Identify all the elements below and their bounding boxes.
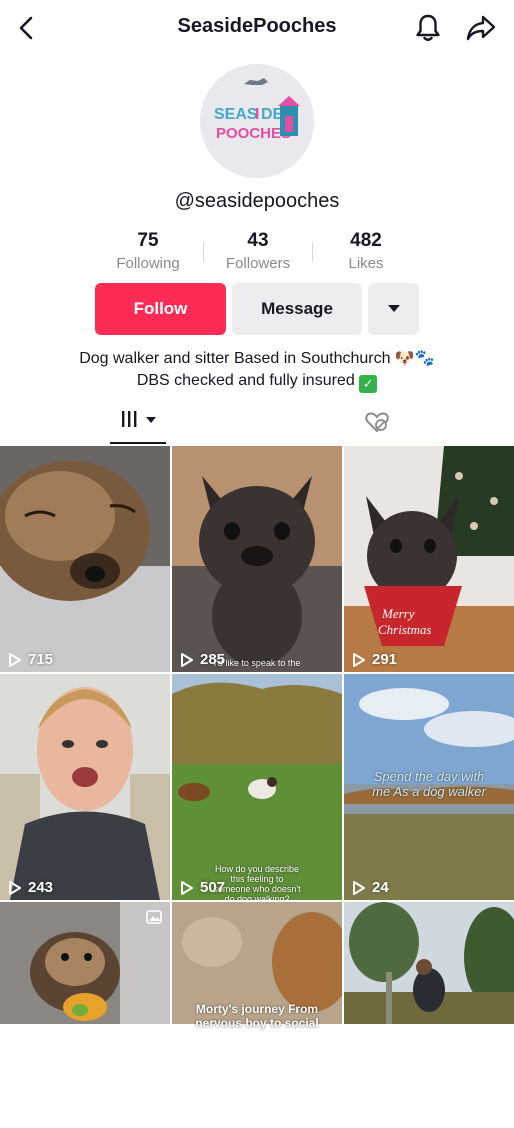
likes-count: 482 (350, 230, 382, 251)
active-tab-indicator (110, 442, 166, 444)
video-thumbnail[interactable]: 243 (0, 674, 170, 900)
caret-down-icon (387, 305, 400, 312)
grid-bars-icon (122, 411, 156, 427)
check-mark-icon: ✓ (359, 375, 378, 393)
video-thumbnail[interactable]: How do you describe this feeling to some… (172, 674, 342, 900)
photo-icon (146, 910, 162, 924)
svg-text:POOCHES: POOCHES (216, 125, 291, 142)
profile-bio: Dog walker and sitter Based in Southchur… (0, 348, 514, 393)
video-thumbnail[interactable]: I'd like to speak to the 285 (172, 446, 342, 672)
play-outline-icon (9, 880, 21, 895)
dog-with-toy-image (0, 902, 170, 1024)
likes-label: Likes (348, 255, 384, 272)
dog-lying-image (0, 446, 170, 672)
view-count: 507 (180, 879, 225, 896)
stat-followers[interactable]: 43 Followers (204, 230, 312, 272)
avatar[interactable]: SEAS I DE POOCHES (200, 64, 314, 178)
top-bar: SeasidePooches (0, 0, 514, 56)
person-in-park-image (344, 902, 514, 1024)
french-bulldog-image (172, 446, 342, 672)
view-count-text: 285 (200, 651, 226, 668)
play-outline-icon (353, 652, 365, 667)
tab-liked-hidden[interactable] (364, 410, 390, 434)
profile-tabs (0, 402, 514, 446)
view-count-text: 715 (28, 651, 54, 668)
message-button[interactable]: Message (232, 283, 362, 335)
christmas-bulldog-image: Merry Christmas (344, 446, 514, 672)
seaside-pooches-logo: SEAS I DE POOCHES (200, 64, 314, 178)
more-options-button[interactable] (368, 283, 419, 335)
view-count-text: 24 (372, 879, 389, 896)
svg-text:Merry: Merry (381, 606, 415, 621)
video-caption: Spend the day with me As a dog walker (372, 769, 486, 799)
play-outline-icon (181, 652, 193, 667)
bio-line-2-text: DBS checked and fully insured (136, 372, 355, 389)
bio-line-1: Dog walker and sitter Based in Southchur… (79, 350, 435, 367)
tab-videos[interactable] (110, 402, 166, 442)
stat-following[interactable]: 75 Following (94, 230, 202, 272)
profile-handle: @seasidepooches (174, 190, 340, 212)
video-thumbnail[interactable]: Merry Christmas 291 (344, 446, 514, 672)
svg-text:SEAS: SEAS (214, 106, 258, 123)
view-count: 24 (352, 879, 389, 896)
video-thumbnail[interactable]: 715 (0, 446, 170, 672)
video-thumbnail[interactable] (0, 902, 170, 1128)
view-count: 243 (8, 879, 53, 896)
video-thumbnail[interactable]: Spend the day with me As a dog walker 24 (344, 674, 514, 900)
view-count: 291 (352, 651, 397, 668)
view-count: 715 (8, 651, 53, 668)
play-outline-icon (353, 880, 365, 895)
bell-icon[interactable] (414, 13, 442, 43)
following-label: Following (116, 255, 180, 272)
following-count: 75 (137, 230, 159, 251)
person-selfie-image (0, 674, 170, 900)
view-count-text: 507 (200, 879, 226, 896)
video-thumbnail[interactable] (344, 902, 514, 1128)
video-thumbnail[interactable]: Morty's journey From nervous boy to soci… (172, 902, 342, 1128)
follow-button[interactable]: Follow (95, 283, 226, 335)
view-count-text: 243 (28, 879, 54, 896)
svg-text:I: I (255, 106, 259, 123)
followers-count: 43 (247, 230, 269, 251)
view-count: 285 (180, 651, 225, 668)
view-count-text: 291 (372, 651, 398, 668)
followers-label: Followers (225, 255, 291, 272)
bio-line-2: DBS checked and fully insured ✓ (0, 370, 514, 393)
play-outline-icon (181, 880, 193, 895)
profile-stats: 75 Following 43 Followers 482 Likes (94, 230, 420, 276)
svg-text:Christmas: Christmas (378, 622, 431, 637)
stat-likes[interactable]: 482 Likes (312, 230, 420, 272)
play-outline-icon (9, 652, 21, 667)
share-icon[interactable] (465, 13, 497, 43)
video-caption: Morty's journey From nervous boy to soci… (195, 1002, 319, 1030)
